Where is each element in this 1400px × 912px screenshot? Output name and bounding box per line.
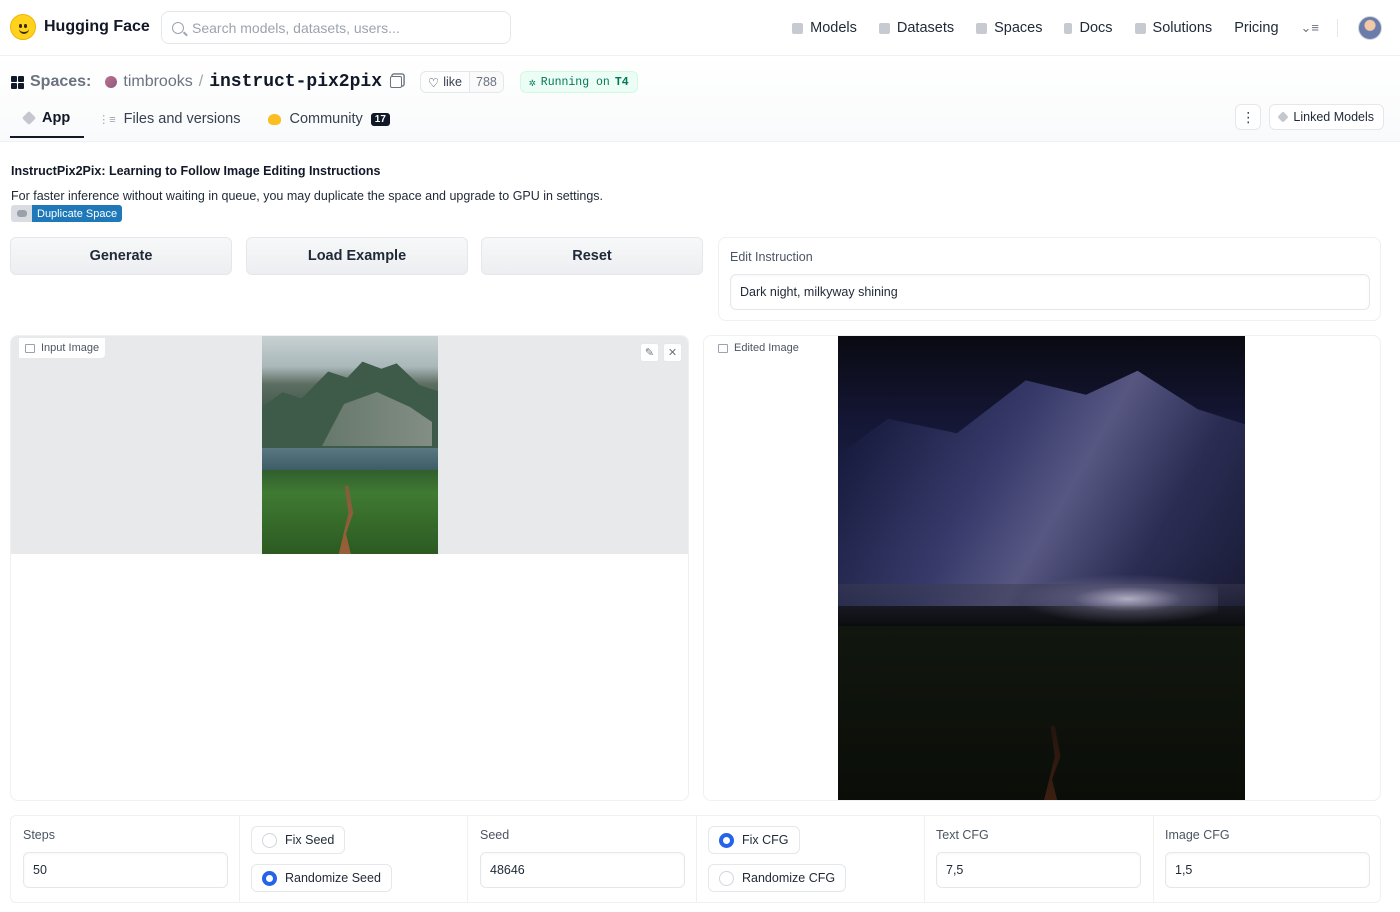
- edit-pencil-icon[interactable]: ✎: [640, 343, 659, 362]
- spaces-section-label[interactable]: Spaces:: [30, 73, 91, 91]
- nav-link-datasets[interactable]: Datasets: [878, 20, 954, 36]
- randomize-seed-radio[interactable]: Randomize Seed: [251, 864, 392, 892]
- text-cfg-input[interactable]: 7,5: [936, 852, 1141, 888]
- like-button[interactable]: ♡ like 788: [420, 71, 504, 93]
- datasets-icon: [878, 22, 890, 34]
- image-cfg-input[interactable]: 1,5: [1165, 852, 1370, 888]
- tab-files-and-versions[interactable]: ⋮≡ Files and versions: [84, 100, 254, 138]
- input-image-area: [11, 336, 688, 554]
- space-title-row: Spaces: timbrooks / instruct-pix2pix ♡ li…: [11, 71, 638, 93]
- status-prefix: Running on: [540, 75, 610, 89]
- space-owner-link[interactable]: timbrooks: [123, 73, 192, 91]
- space-tabs: App ⋮≡ Files and versions Community 17: [10, 100, 404, 140]
- header-actions: ⋮ Linked Models: [1235, 104, 1384, 130]
- edited-image-label: Edited Image: [712, 338, 805, 358]
- tab-community[interactable]: Community 17: [254, 100, 403, 138]
- solutions-icon: [1134, 22, 1146, 34]
- seed-input[interactable]: 48646: [480, 852, 685, 888]
- steps-label: Steps: [23, 828, 55, 842]
- randomize-cfg-radio[interactable]: Randomize CFG: [708, 864, 847, 892]
- owner-avatar-icon: [105, 76, 118, 88]
- radio-checked-icon: [262, 870, 277, 886]
- nav-link-docs[interactable]: Docs: [1064, 20, 1113, 36]
- nav-divider: [1337, 19, 1338, 37]
- settings-row: Steps 50 Fix Seed Randomize Seed Seed 48…: [10, 815, 1381, 903]
- image-cfg-label: Image CFG: [1165, 828, 1230, 842]
- docs-icon: [1064, 22, 1073, 34]
- edited-photo-night-mountain: [838, 336, 1245, 800]
- nav-links: Models Datasets Spaces Docs Solutions Pr…: [792, 0, 1400, 56]
- radio-unchecked-icon: [262, 832, 277, 848]
- tab-app[interactable]: App: [10, 100, 85, 138]
- space-repo-name[interactable]: instruct-pix2pix: [209, 72, 382, 92]
- nav-link-solutions[interactable]: Solutions: [1134, 20, 1212, 36]
- input-image-label: Input Image: [19, 338, 106, 358]
- community-count-badge: 17: [370, 112, 390, 126]
- brand-name: Hugging Face: [44, 18, 150, 35]
- like-label: like: [443, 75, 462, 89]
- search-box[interactable]: [161, 11, 511, 44]
- linked-models-button[interactable]: Linked Models: [1269, 104, 1384, 130]
- community-icon: [268, 113, 282, 125]
- brand-logo-link[interactable]: Hugging Face: [10, 14, 150, 40]
- space-header: Spaces: timbrooks / instruct-pix2pix ♡ li…: [0, 56, 1400, 142]
- user-avatar[interactable]: [1358, 16, 1382, 40]
- text-cfg-label: Text CFG: [936, 828, 989, 842]
- edited-image-panel: Edited Image: [703, 335, 1381, 801]
- duplicate-space-badge[interactable]: Duplicate Space: [11, 205, 123, 222]
- fix-seed-radio[interactable]: Fix Seed: [251, 826, 346, 854]
- edit-instruction-input[interactable]: Dark night, milkyway shining: [730, 274, 1370, 310]
- generate-button[interactable]: Generate: [10, 237, 232, 275]
- image-icon: [25, 343, 35, 353]
- hugging-face-logo-icon: [10, 14, 36, 40]
- models-icon: [792, 22, 804, 34]
- like-count: 788: [469, 72, 503, 92]
- more-menu-icon[interactable]: ⌄≡: [1301, 20, 1319, 36]
- spaces-grid-icon: [11, 75, 24, 89]
- app-description: For faster inference without waiting in …: [11, 189, 604, 203]
- search-input[interactable]: [192, 19, 492, 36]
- status-hardware: T4: [614, 75, 629, 89]
- kebab-icon: ⋮: [1241, 108, 1256, 125]
- files-icon: ⋮≡: [98, 113, 116, 126]
- radio-unchecked-icon: [719, 870, 734, 886]
- search-icon: [172, 21, 184, 34]
- nav-link-models[interactable]: Models: [792, 20, 857, 36]
- nav-link-pricing[interactable]: Pricing: [1234, 20, 1278, 36]
- input-image-panel[interactable]: Input Image ✎ ✕: [10, 335, 689, 801]
- duplicate-icon: [11, 205, 32, 222]
- input-photo-mountain-lake: [262, 336, 438, 554]
- app-title: InstructPix2Pix: Learning to Follow Imag…: [11, 164, 381, 178]
- steps-input[interactable]: 50: [23, 852, 228, 888]
- more-options-button[interactable]: ⋮: [1235, 104, 1262, 130]
- top-navigation: Hugging Face Models Datasets Spaces Docs…: [0, 0, 1400, 56]
- copy-icon[interactable]: [390, 76, 403, 88]
- seed-label: Seed: [480, 828, 510, 842]
- edit-instruction-panel: Edit Instruction Dark night, milkyway sh…: [718, 237, 1381, 321]
- runtime-status-badge[interactable]: ✲ Running on T4: [519, 71, 638, 93]
- nav-link-spaces[interactable]: Spaces: [976, 20, 1042, 36]
- duplicate-space-label: Duplicate Space: [32, 205, 123, 222]
- radio-checked-icon: [719, 832, 734, 848]
- image-icon: [718, 343, 728, 353]
- edit-instruction-label: Edit Instruction: [730, 250, 813, 264]
- model-cube-icon: [1277, 111, 1290, 123]
- image-edit-controls: ✎ ✕: [640, 343, 682, 362]
- reset-button[interactable]: Reset: [481, 237, 703, 275]
- running-status-icon: ✲: [528, 76, 536, 90]
- path-separator: /: [198, 73, 204, 90]
- clear-image-icon[interactable]: ✕: [663, 343, 682, 362]
- load-example-button[interactable]: Load Example: [246, 237, 468, 275]
- fix-cfg-radio[interactable]: Fix CFG: [708, 826, 800, 854]
- app-icon: [21, 110, 37, 126]
- spaces-icon: [976, 22, 988, 34]
- heart-icon: ♡: [428, 75, 440, 90]
